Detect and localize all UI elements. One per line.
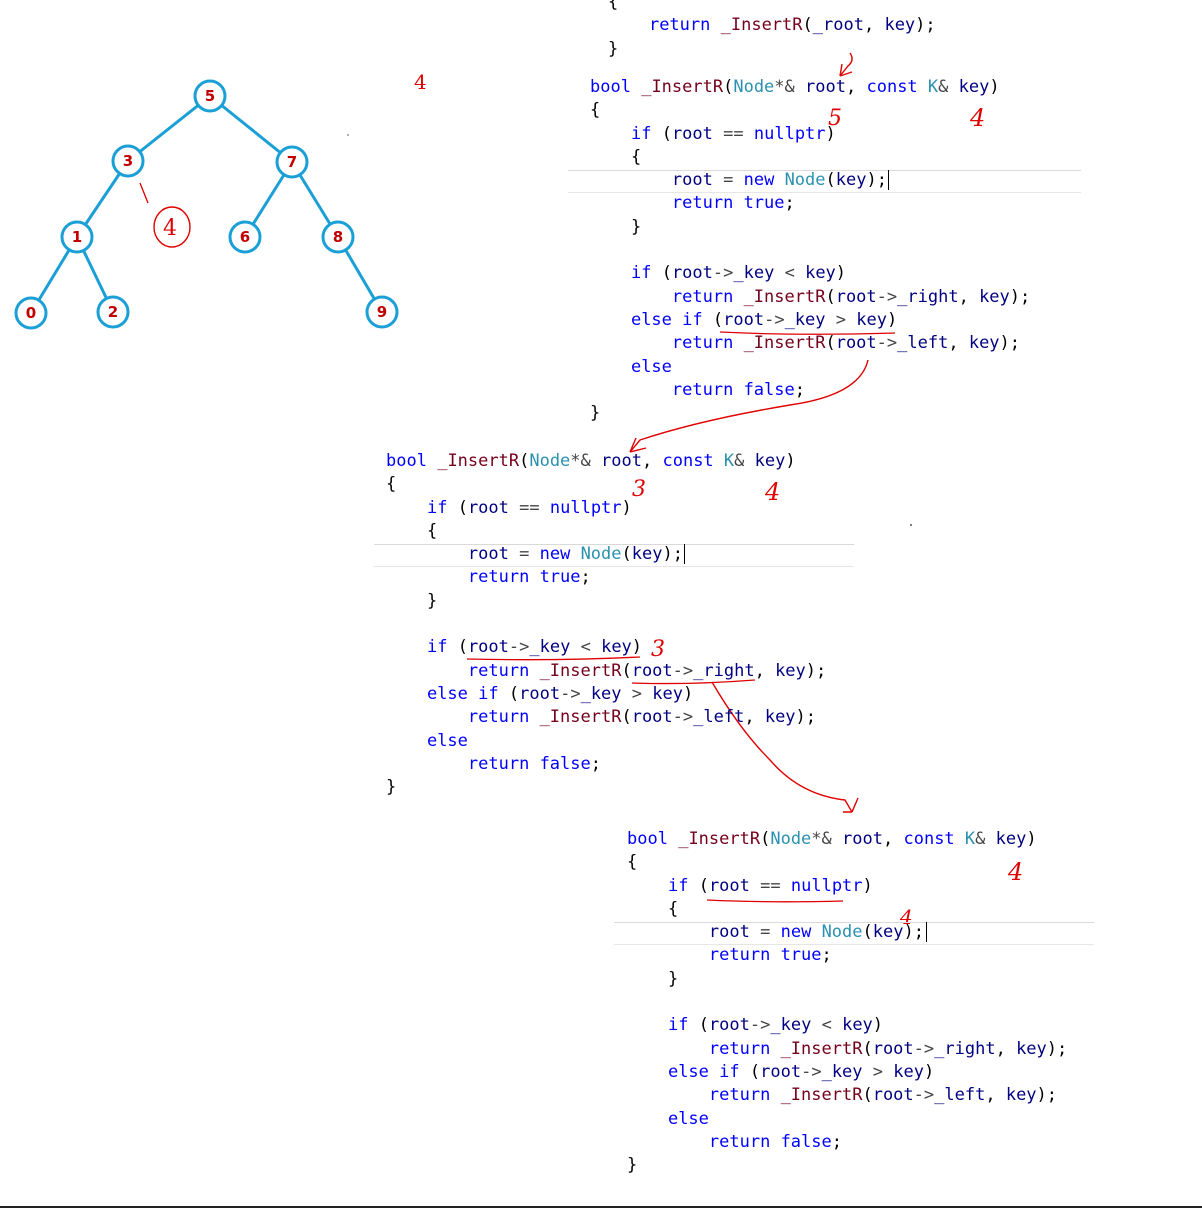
tree-node-9: 9	[365, 295, 399, 329]
code-line: {	[386, 474, 397, 495]
tree-node-label: 5	[205, 87, 215, 105]
code-line: root = new Node(key);	[467, 544, 683, 565]
code-line: else	[426, 730, 468, 751]
tree-node-label: 1	[72, 228, 82, 246]
code-line: return false;	[467, 753, 601, 774]
tree-node-label: 7	[287, 153, 297, 171]
code-block-call-1: bool _InsertR(Node*& root, const K& key)…	[590, 76, 1030, 425]
code-line: {	[627, 852, 638, 873]
insert-value-label: 4	[414, 70, 427, 94]
tree-node-1: 1	[60, 220, 94, 254]
code-line: else if (root->_key > key)	[630, 309, 898, 330]
code-line: return _InsertR(root->_right, key);	[671, 286, 1031, 307]
tree-node-label: 3	[123, 152, 133, 170]
code-line: return _InsertR(root->_right, key);	[708, 1038, 1068, 1059]
code-line: }	[608, 38, 619, 59]
code-line: }	[426, 590, 438, 611]
code-line: return false;	[671, 379, 805, 400]
tree-node-label: 8	[333, 228, 343, 246]
code-line: return _InsertR(_root, key);	[648, 15, 936, 36]
code-block-call-3: bool _InsertR(Node*& root, const K& key)…	[627, 828, 1067, 1177]
code-line: {	[608, 0, 619, 12]
code-line: return _InsertR(root->_left, key);	[708, 1085, 1058, 1106]
code-line: bool _InsertR(Node*& root, const K& key)	[627, 829, 1037, 849]
code-insert-entry: { return _InsertR(_root, key);}	[608, 0, 936, 61]
code-line: return true;	[671, 193, 795, 214]
tree-nodes: 53 71 6 80 2 9	[14, 79, 399, 330]
code-line: else	[630, 356, 672, 377]
tree-node-8: 8	[321, 220, 355, 254]
code-line: if (root == nullptr)	[426, 497, 632, 518]
bottom-rule	[0, 1206, 1202, 1208]
code-line: bool _InsertR(Node*& root, const K& key)	[386, 451, 796, 471]
code-line: return _InsertR(root->_left, key);	[671, 333, 1021, 354]
code-line: if (root->_key < key)	[630, 263, 847, 284]
code-block-call-2: bool _InsertR(Node*& root, const K& key)…	[386, 450, 826, 799]
tree-node-label: 0	[26, 304, 36, 322]
code-line: }	[386, 777, 397, 798]
code-line: return true;	[708, 945, 832, 966]
code-line: }	[590, 403, 601, 424]
code-line: }	[630, 216, 642, 237]
code-line: root = new Node(key);	[671, 170, 887, 191]
tree-node-5: 5	[193, 79, 227, 113]
code-line: }	[627, 1155, 638, 1176]
tree-edges	[29, 94, 384, 314]
tree-node-7: 7	[275, 145, 309, 179]
code-line: return true;	[467, 567, 591, 588]
code-line: if (root->_key < key)	[426, 637, 643, 658]
code-line: if (root == nullptr)	[630, 123, 836, 144]
code-line: if (root->_key < key)	[667, 1015, 884, 1036]
code-line: {	[590, 100, 601, 121]
code-line: else if (root->_key > key)	[426, 683, 694, 704]
tree-node-2: 2	[96, 295, 130, 329]
inserted-node-label: 4	[163, 216, 177, 241]
tree-node-0: 0	[14, 296, 48, 330]
tree-node-3: 3	[111, 144, 145, 178]
tree-node-label: 9	[377, 303, 387, 321]
tree-node-6: 6	[228, 220, 262, 254]
code-line: {	[667, 898, 679, 919]
code-line: {	[630, 146, 642, 167]
code-line: {	[426, 520, 438, 541]
code-line: return _InsertR(root->_right, key);	[467, 660, 827, 681]
code-line: else if (root->_key > key)	[667, 1061, 935, 1082]
code-line: root = new Node(key);	[708, 922, 924, 943]
code-line: }	[667, 968, 679, 989]
tree-node-label: 6	[240, 228, 250, 246]
tree-node-label: 2	[108, 303, 118, 321]
code-line: bool _InsertR(Node*& root, const K& key)	[590, 77, 1000, 97]
code-line: return false;	[708, 1131, 842, 1152]
code-line: return _InsertR(root->_left, key);	[467, 707, 817, 728]
inserted-node-4: 4	[139, 182, 191, 248]
code-line: if (root == nullptr)	[667, 875, 873, 896]
code-line: else	[667, 1108, 709, 1129]
